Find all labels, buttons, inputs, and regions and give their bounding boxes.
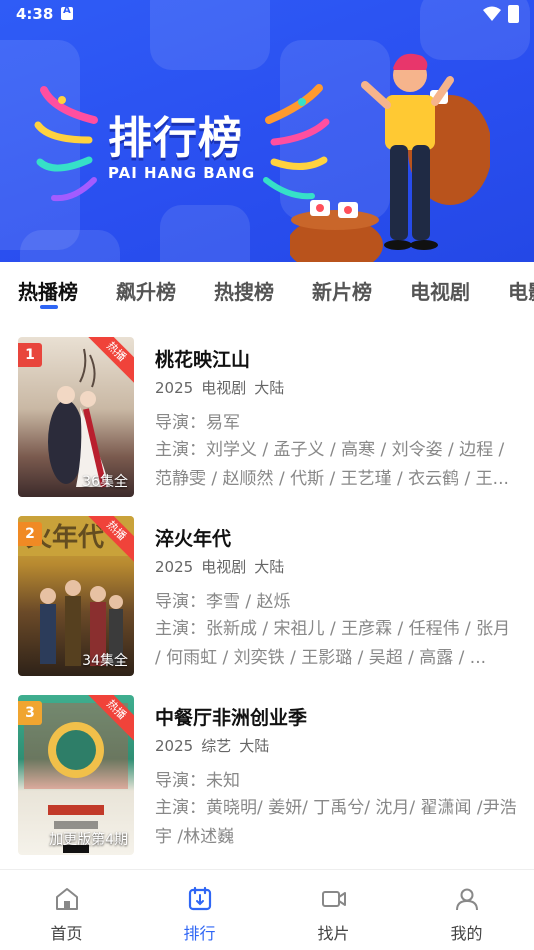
list-item[interactable]: 1 热播 36集全 桃花映江山 2025 电视剧 大陆 导演：易军 主演：刘学义 /…	[0, 337, 534, 497]
nav-ranking-label: 排行	[183, 924, 216, 943]
item-director: 导演：未知	[155, 771, 240, 791]
tab-hot-play[interactable]: 热播榜	[18, 276, 78, 305]
ranking-tabs: 热播榜 飙升榜 热搜榜 新片榜 电视剧 电影	[0, 262, 534, 318]
item-title[interactable]: 中餐厅非洲创业季	[155, 703, 307, 730]
ranking-banner: 4:38 排行榜 PAI HANG BANG	[0, 0, 534, 262]
item-cast: 主演：黄晓明/ 姜妍/ 丁禹兮/ 沈月/ 翟潇闻 /尹浩宇 /林述巍	[155, 798, 517, 847]
item-region: 大陆	[239, 737, 270, 755]
list-item[interactable]: 3 热播 加更版第4期 中餐厅非洲创业季 2025 综艺 大陆 导演：未知 主演：黄…	[0, 695, 534, 855]
rank-badge: 1	[18, 343, 42, 367]
episode-count: 34集全	[82, 653, 128, 669]
status-bar: 4:38	[0, 0, 534, 28]
item-meta: 2025 电视剧 大陆	[155, 556, 284, 577]
nav-profile[interactable]: 我的	[400, 870, 533, 950]
tab-new-release[interactable]: 新片榜	[312, 276, 372, 305]
rank-badge: 2	[18, 522, 42, 546]
ranking-icon	[188, 886, 212, 911]
bottom-navigation: 首页 排行 找片 我的	[0, 869, 534, 950]
item-director: 导演：李雪 / 赵烁	[155, 592, 291, 612]
item-year: 2025	[155, 558, 194, 576]
nav-home[interactable]: 首页	[0, 870, 133, 950]
notification-icon	[61, 5, 73, 20]
banner-subtitle: PAI HANG BANG	[108, 164, 256, 182]
tab-tv-series[interactable]: 电视剧	[410, 276, 470, 305]
nav-ranking[interactable]: 排行	[133, 870, 266, 950]
nav-profile-label: 我的	[450, 924, 483, 943]
item-title[interactable]: 淬火年代	[155, 524, 231, 551]
episode-count: 36集全	[82, 474, 128, 490]
status-time: 4:38	[16, 5, 54, 23]
poster-image[interactable]: 1 热播 36集全	[18, 337, 134, 497]
nav-home-label: 首页	[50, 924, 83, 943]
item-meta: 2025 综艺 大陆	[155, 735, 269, 756]
item-title[interactable]: 桃花映江山	[155, 345, 250, 372]
home-icon	[56, 888, 78, 910]
item-cast: 主演：张新成 / 宋祖儿 / 王彦霖 / 任程伟 / 张月 / 何雨虹 / 刘奕…	[155, 619, 511, 668]
item-year: 2025	[155, 737, 194, 755]
poster-image[interactable]: 火年代 2 热播 34集全	[18, 516, 134, 676]
nav-find-video[interactable]: 找片	[267, 870, 400, 950]
item-genre: 电视剧	[201, 558, 247, 576]
person-illustration	[290, 53, 490, 262]
wifi-icon	[483, 6, 501, 21]
video-icon	[322, 891, 346, 907]
active-tab-indicator	[40, 305, 58, 309]
poster-image[interactable]: 3 热播 加更版第4期	[18, 695, 134, 855]
item-region: 大陆	[254, 558, 285, 576]
tab-hot-search[interactable]: 热搜榜	[214, 276, 274, 305]
item-director: 导演：易军	[155, 413, 240, 433]
nav-find-video-label: 找片	[317, 924, 350, 943]
item-cast: 主演：刘学义 / 孟子义 / 高寒 / 刘令姿 / 边程 / 范静雯 / 赵顺然…	[155, 440, 509, 489]
item-year: 2025	[155, 379, 194, 397]
item-meta: 2025 电视剧 大陆	[155, 377, 284, 398]
profile-icon	[456, 888, 478, 911]
episode-count: 加更版第4期	[49, 832, 128, 848]
item-genre: 电视剧	[201, 379, 247, 397]
banner-title: 排行榜	[108, 113, 243, 164]
list-item[interactable]: 火年代 2 热播 34集全 淬火年代 2025 电视剧 大陆 导演：李雪 / 赵烁 …	[0, 516, 534, 676]
item-genre: 综艺	[201, 737, 232, 755]
item-region: 大陆	[254, 379, 285, 397]
tab-rising[interactable]: 飙升榜	[116, 276, 176, 305]
rank-badge: 3	[18, 701, 42, 725]
battery-icon	[508, 5, 519, 23]
tab-movie[interactable]: 电影	[508, 276, 534, 305]
